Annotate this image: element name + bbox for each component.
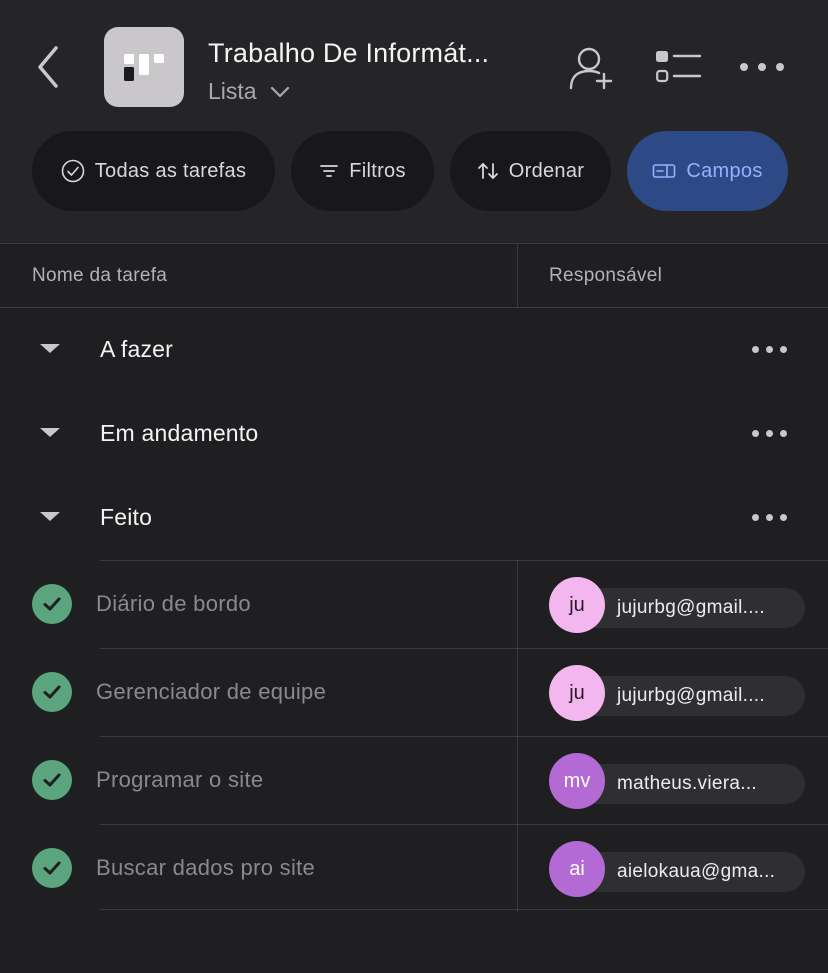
- row-divider: [100, 648, 828, 649]
- project-title[interactable]: Trabalho De Informát...: [208, 38, 489, 69]
- section-more-icon[interactable]: [752, 514, 787, 521]
- back-chevron-icon[interactable]: [34, 42, 64, 92]
- task-complete-checkbox[interactable]: [32, 672, 72, 712]
- column-divider: [517, 736, 518, 824]
- checkmark-icon: [43, 597, 61, 611]
- project-icon[interactable]: [104, 27, 184, 107]
- more-options-icon[interactable]: [740, 63, 784, 71]
- assignee-email: aielokaua@gma...: [617, 861, 776, 882]
- column-divider: [517, 244, 518, 308]
- fields-button[interactable]: Campos: [627, 131, 788, 211]
- avatar: mv: [549, 753, 605, 809]
- task-name[interactable]: Diário de bordo: [96, 591, 251, 617]
- assignee-email: jujurbg@gmail....: [617, 685, 765, 706]
- view-switcher[interactable]: Lista: [208, 78, 291, 105]
- check-circle-icon: [61, 159, 85, 183]
- fields-icon: [653, 164, 676, 178]
- section-name[interactable]: Em andamento: [100, 420, 258, 447]
- task-row[interactable]: Diário de bordo ju jujurbg@gmail....: [0, 560, 828, 648]
- column-divider: [517, 560, 518, 648]
- section-name[interactable]: Feito: [100, 504, 152, 531]
- section-more-icon[interactable]: [752, 430, 787, 437]
- task-complete-checkbox[interactable]: [32, 848, 72, 888]
- board-icon: [124, 54, 164, 81]
- sort-label: Ordenar: [508, 159, 585, 182]
- top-header: Trabalho De Informát... Lista Todas as t…: [0, 0, 828, 243]
- section-header: A fazer: [0, 308, 828, 392]
- collapse-triangle-icon[interactable]: [40, 428, 60, 437]
- section-more-icon[interactable]: [752, 346, 787, 353]
- task-complete-checkbox[interactable]: [32, 760, 72, 800]
- row-divider: [100, 824, 828, 825]
- all-tasks-filter-button[interactable]: Todas as tarefas: [32, 131, 275, 211]
- task-row[interactable]: Buscar dados pro site ai aielokaua@gma..…: [0, 824, 828, 912]
- column-header-row: Nome da tarefa Responsável: [0, 243, 828, 308]
- row-divider: [100, 560, 828, 561]
- section-header: Em andamento: [0, 392, 828, 476]
- view-name: Lista: [208, 78, 257, 104]
- filters-button[interactable]: Filtros: [291, 131, 434, 211]
- filters-label: Filtros: [349, 159, 406, 182]
- task-name[interactable]: Programar o site: [96, 767, 263, 793]
- sort-button[interactable]: Ordenar: [450, 131, 611, 211]
- assignee-chip[interactable]: mv matheus.viera...: [549, 753, 805, 809]
- column-divider: [517, 824, 518, 912]
- assignee-column-header[interactable]: Responsável: [549, 265, 662, 287]
- checkmark-icon: [43, 861, 61, 875]
- assignee-chip[interactable]: ai aielokaua@gma...: [549, 841, 805, 897]
- task-row[interactable]: Gerenciador de equipe ju jujurbg@gmail..…: [0, 648, 828, 736]
- add-member-icon[interactable]: [566, 44, 616, 92]
- filter-icon: [320, 165, 339, 177]
- section-header: Feito: [0, 476, 828, 560]
- task-name[interactable]: Gerenciador de equipe: [96, 679, 326, 705]
- project-details-icon[interactable]: [654, 48, 702, 86]
- assignee-chip[interactable]: ju jujurbg@gmail....: [549, 665, 805, 721]
- checkmark-icon: [43, 685, 61, 699]
- section-name[interactable]: A fazer: [100, 336, 173, 363]
- all-tasks-label: Todas as tarefas: [94, 159, 247, 182]
- task-complete-checkbox[interactable]: [32, 584, 72, 624]
- collapse-triangle-icon[interactable]: [40, 344, 60, 353]
- row-divider: [100, 909, 828, 910]
- avatar: ju: [549, 665, 605, 721]
- sort-arrows-icon: [477, 163, 498, 179]
- row-divider: [100, 736, 828, 737]
- avatar: ju: [549, 577, 605, 633]
- task-name-column-header[interactable]: Nome da tarefa: [32, 265, 167, 287]
- column-divider: [517, 648, 518, 736]
- checkmark-icon: [43, 773, 61, 787]
- avatar: ai: [549, 841, 605, 897]
- assignee-chip[interactable]: ju jujurbg@gmail....: [549, 577, 805, 633]
- collapse-triangle-icon[interactable]: [40, 512, 60, 521]
- chevron-down-icon: [270, 86, 289, 97]
- assignee-email: jujurbg@gmail....: [617, 597, 765, 618]
- task-name[interactable]: Buscar dados pro site: [96, 855, 315, 881]
- fields-label: Campos: [686, 159, 763, 182]
- assignee-email: matheus.viera...: [617, 773, 757, 794]
- task-row[interactable]: Programar o site mv matheus.viera...: [0, 736, 828, 824]
